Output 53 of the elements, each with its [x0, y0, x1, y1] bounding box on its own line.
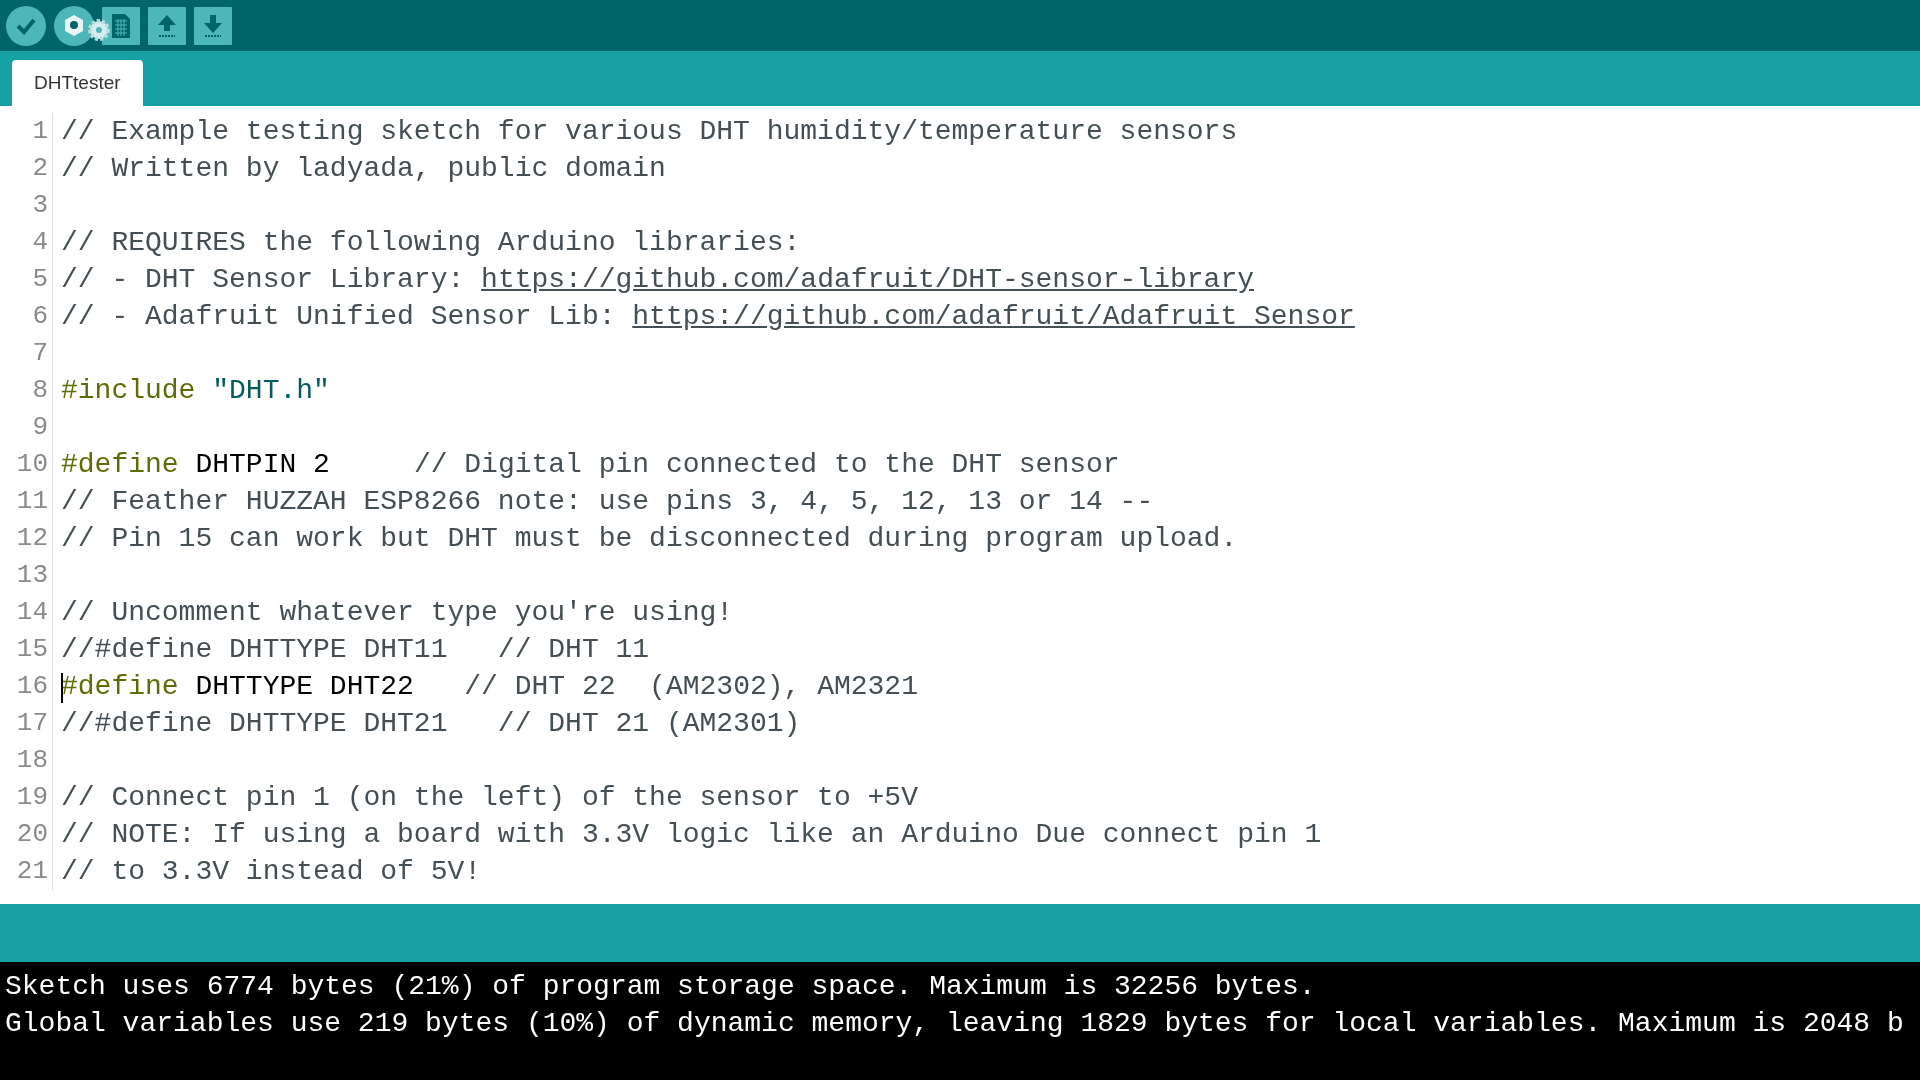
line-number: 1: [0, 113, 53, 150]
line-number: 4: [0, 224, 53, 261]
code-text: DHTPIN 2: [194, 449, 331, 480]
line-number: 9: [0, 409, 53, 446]
code-link[interactable]: https://github.com/adafruit/Adafruit_Sensor: [632, 301, 1355, 332]
verify-button[interactable]: [6, 5, 46, 46]
code-comment: // to 3.3V instead of 5V!: [61, 856, 482, 887]
code-comment: // Feather HUZZAH ESP8266 note: use pins 3, 4, 5, 12, 13 or 14 --: [61, 486, 1154, 517]
line-number: 3: [0, 187, 53, 224]
console-output: Global variables use 219 bytes (10%) of dynamic memory, leaving 1829 bytes for local variables. Maximum is 2048 b: [4, 1007, 1905, 1041]
line-number: 10: [0, 446, 53, 483]
line-number: 16: [0, 668, 53, 705]
code-comment: // DHT 22 (AM2302), AM2321: [464, 671, 918, 702]
line-number: 17: [0, 705, 53, 742]
code-comment: // NOTE: If using a board with 3.3V logic like an Arduino Due connect pin 1: [61, 819, 1322, 850]
line-number: 12: [0, 520, 53, 557]
line-number: 2: [0, 150, 53, 187]
code-text: DHTTYPE DHT22: [194, 671, 415, 702]
line-number: 7: [0, 335, 53, 372]
code-comment: // Pin 15 can work but DHT must be disconnected during program upload.: [61, 523, 1238, 554]
code-comment: // Connect pin 1 (on the left) of the sensor to +5V: [61, 782, 918, 813]
line-number: 21: [0, 853, 53, 890]
code-comment: // Example testing sketch for various DHT humidity/temperature sensors: [61, 116, 1238, 147]
upload-button[interactable]: [54, 5, 94, 46]
line-number: 13: [0, 557, 53, 594]
console-output: Sketch uses 6774 bytes (21%) of program storage space. Maximum is 32256 bytes.: [4, 970, 1317, 1004]
line-number: 15: [0, 631, 53, 668]
line-number: 18: [0, 742, 53, 779]
line-number: 20: [0, 816, 53, 853]
code-link[interactable]: https://github.com/adafruit/DHT-sensor-library: [481, 264, 1254, 295]
code-comment: // Uncomment whatever type you're using!: [61, 597, 734, 628]
line-number: 8: [0, 372, 53, 409]
code-string: "DHT.h": [212, 375, 330, 406]
code-comment: // - DHT Sensor Library:: [61, 264, 466, 295]
gear-icon: [87, 18, 111, 42]
code-comment: // Digital pin connected to the DHT sensor: [413, 449, 1120, 480]
line-number: 19: [0, 779, 53, 816]
line-number: 11: [0, 483, 53, 520]
save-button[interactable]: [194, 6, 232, 45]
line-number: 5: [0, 261, 53, 298]
code-comment: //#define DHTTYPE DHT21 // DHT 21 (AM2301): [61, 708, 801, 739]
code-keyword: #include: [61, 375, 196, 406]
code-comment: //#define DHTTYPE DHT11 // DHT 11: [61, 634, 650, 665]
code-comment: // REQUIRES the following Arduino libraries:: [61, 227, 801, 258]
line-number: 14: [0, 594, 53, 631]
line-number: 6: [0, 298, 53, 335]
code-comment: // - Adafruit Unified Sensor Lib:: [61, 301, 617, 332]
code-comment: // Written by ladyada, public domain: [61, 153, 666, 184]
open-button[interactable]: [148, 6, 186, 45]
new-button[interactable]: [102, 6, 140, 45]
sketch-tab[interactable]: DHTtester: [12, 60, 143, 106]
code-keyword: #define: [61, 671, 179, 702]
code-keyword: #define: [61, 449, 179, 480]
